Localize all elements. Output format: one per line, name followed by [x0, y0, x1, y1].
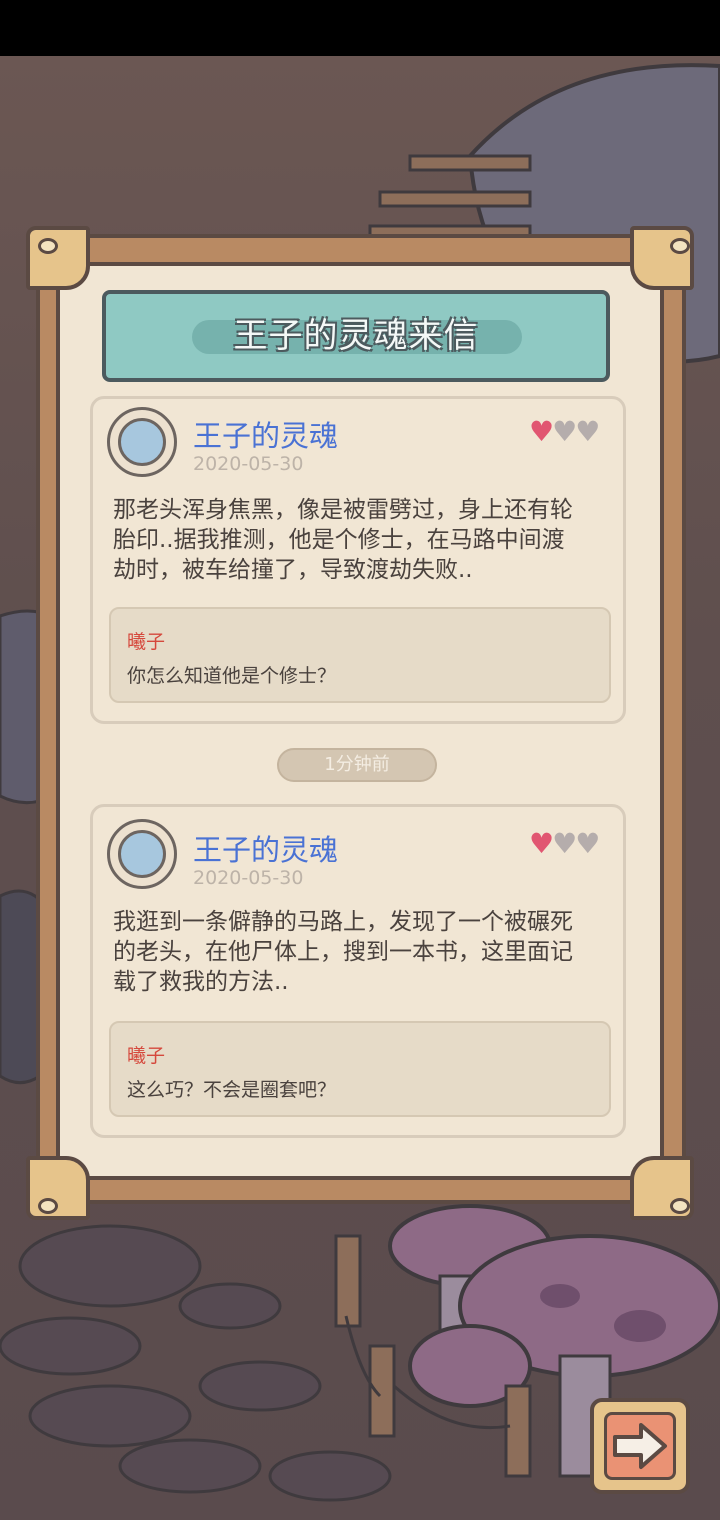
bolt-icon	[38, 238, 58, 254]
message-line: 载了救我的方法..	[113, 969, 289, 995]
sender-name: 王子的灵魂	[193, 833, 339, 867]
frame-corner-top-right	[630, 226, 694, 290]
frame-corner-bottom-left	[26, 1156, 90, 1220]
heart-icon: ♥	[552, 827, 577, 860]
sender-name: 王子的灵魂	[193, 419, 339, 453]
next-button[interactable]	[590, 1398, 690, 1494]
message-card: 王子的灵魂 2020-05-30 ♥♥♥ 那老头浑身焦黑，像是被雷劈过，身上还有…	[90, 396, 626, 724]
ghost-icon	[118, 830, 166, 878]
message-line: 那老头浑身焦黑，像是被雷劈过，身上还有轮	[113, 497, 573, 523]
dialog-title: 王子的灵魂来信	[233, 316, 479, 356]
bolt-icon	[670, 238, 690, 254]
ghost-avatar	[107, 407, 177, 477]
heart-icon: ♥	[529, 415, 554, 448]
message-date: 2020-05-30	[193, 867, 304, 889]
player-reply: 曦子 你怎么知道他是个修士？	[109, 607, 611, 703]
bolt-icon	[38, 1198, 58, 1214]
arrow-right-icon	[613, 1423, 667, 1469]
favor-rating: ♥♥♥	[529, 415, 600, 448]
message-text: 那老头浑身焦黑，像是被雷劈过，身上还有轮 胎印..据我推测，他是个修士，在马路中…	[113, 495, 613, 585]
heart-icon: ♥	[575, 415, 600, 448]
reply-text: 这么巧？不会是圈套吧？	[127, 1079, 337, 1101]
time-divider: 1分钟前	[277, 748, 437, 782]
reply-sender: 曦子	[127, 631, 166, 653]
message-line: 胎印..据我推测，他是个修士，在马路中间渡	[113, 527, 565, 553]
ghost-avatar	[107, 819, 177, 889]
favor-rating: ♥♥♥	[529, 827, 600, 860]
message-line: 我逛到一条僻静的马路上，发现了一个被碾死	[113, 909, 573, 935]
heart-icon: ♥	[575, 827, 600, 860]
message-card: 王子的灵魂 2020-05-30 ♥♥♥ 我逛到一条僻静的马路上，发现了一个被碾…	[90, 804, 626, 1138]
reply-text: 你怎么知道他是个修士？	[127, 665, 337, 687]
next-button-face[interactable]	[604, 1412, 676, 1480]
bolt-icon	[670, 1198, 690, 1214]
player-reply: 曦子 这么巧？不会是圈套吧？	[109, 1021, 611, 1117]
message-date: 2020-05-30	[193, 453, 304, 475]
heart-icon: ♥	[552, 415, 577, 448]
message-text: 我逛到一条僻静的马路上，发现了一个被碾死 的老头，在他尸体上，搜到一本书，这里面…	[113, 907, 613, 997]
reply-sender: 曦子	[127, 1045, 166, 1067]
ghost-icon	[118, 418, 166, 466]
heart-icon: ♥	[529, 827, 554, 860]
status-bar	[0, 0, 720, 56]
message-line: 劫时，被车给撞了，导致渡劫失败..	[113, 557, 473, 583]
frame-corner-bottom-right	[630, 1156, 694, 1220]
frame-corner-top-left	[26, 226, 90, 290]
message-line: 的老头，在他尸体上，搜到一本书，这里面记	[113, 939, 573, 965]
